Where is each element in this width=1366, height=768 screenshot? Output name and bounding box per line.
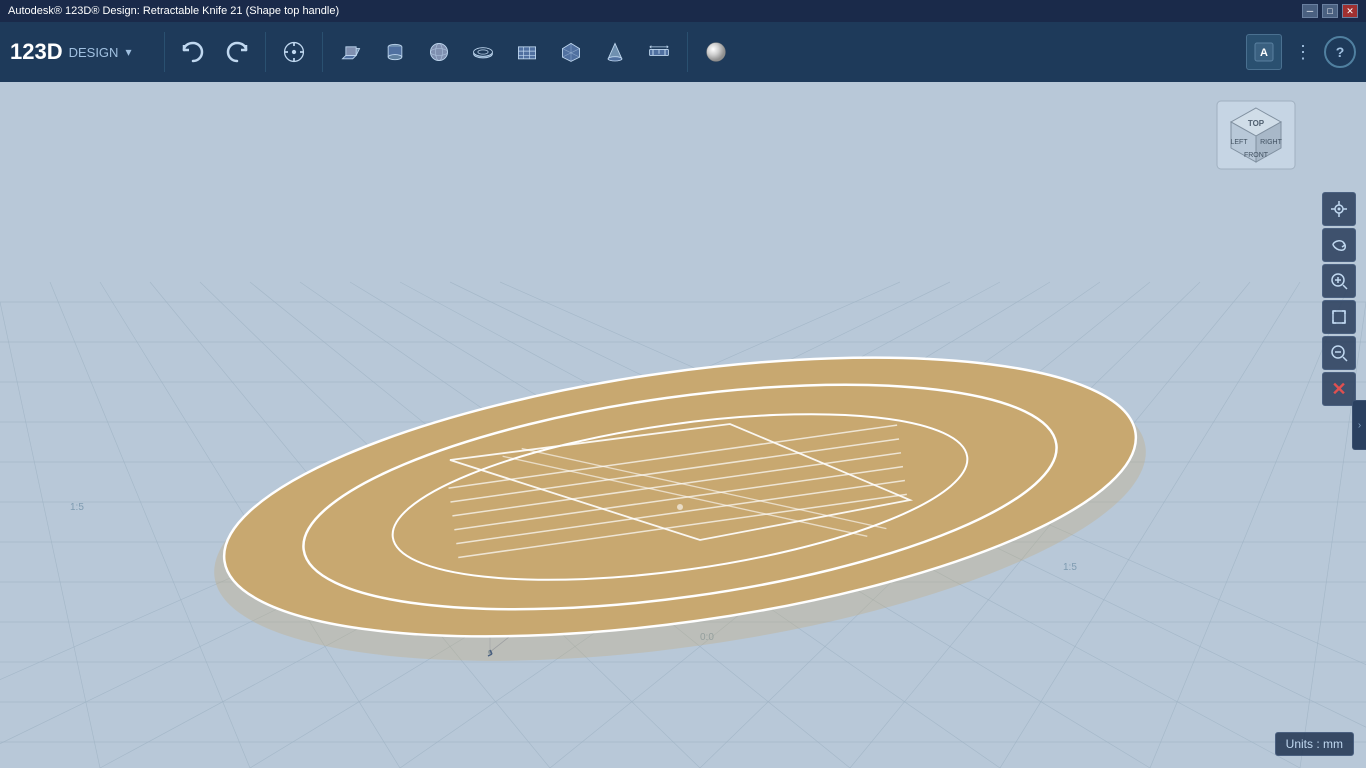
- toolbar-right: A ⋮ ?: [1246, 34, 1356, 70]
- orbit-button[interactable]: [1322, 228, 1356, 262]
- minimize-button[interactable]: ─: [1302, 4, 1318, 18]
- svg-text:FRONT: FRONT: [1244, 152, 1269, 159]
- svg-text:RIGHT: RIGHT: [1260, 139, 1283, 146]
- account-button[interactable]: A: [1246, 34, 1282, 70]
- side-panel-toggle[interactable]: ›: [1352, 400, 1366, 450]
- zoom-out-button[interactable]: [1322, 336, 1356, 370]
- torus-primitive-button[interactable]: [463, 30, 503, 74]
- navigation-panel: ✕: [1322, 192, 1358, 406]
- close-nav-button[interactable]: ✕: [1322, 372, 1356, 406]
- cone-primitive-button[interactable]: [595, 30, 635, 74]
- divider-1: [164, 32, 165, 72]
- units-label: Units : mm: [1286, 737, 1343, 751]
- viewport[interactable]: 1:5 0:0 1:5: [0, 82, 1366, 768]
- sphere-primitive-button[interactable]: [419, 30, 459, 74]
- zoom-in-button[interactable]: [1322, 264, 1356, 298]
- freeform-button[interactable]: [551, 30, 591, 74]
- separator-dots: ⋮: [1294, 42, 1312, 63]
- plane-primitive-button[interactable]: [507, 30, 547, 74]
- redo-button[interactable]: [217, 30, 257, 74]
- title-bar: Autodesk® 123D® Design: Retractable Knif…: [0, 0, 1366, 22]
- undo-button[interactable]: [173, 30, 213, 74]
- primitives-group: [331, 30, 679, 74]
- divider-3: [322, 32, 323, 72]
- help-button[interactable]: ?: [1324, 36, 1356, 68]
- logo-design: DESIGN: [69, 45, 119, 60]
- material-group: [696, 30, 736, 74]
- measure-button[interactable]: [639, 30, 679, 74]
- svg-text:1:5: 1:5: [1063, 562, 1077, 573]
- svg-text:LEFT: LEFT: [1230, 139, 1248, 146]
- tools-group: [274, 30, 314, 74]
- window-controls: ─ □ ✕: [1302, 4, 1358, 18]
- divider-4: [687, 32, 688, 72]
- pan-button[interactable]: [1322, 192, 1356, 226]
- units-badge[interactable]: Units : mm: [1275, 732, 1354, 756]
- svg-text:1:5: 1:5: [70, 502, 84, 513]
- logo-text: 123D: [10, 41, 63, 63]
- zoom-fit-button[interactable]: [1322, 300, 1356, 334]
- svg-text:A: A: [1260, 47, 1268, 59]
- logo-dropdown-arrow[interactable]: ▾: [125, 45, 131, 59]
- undo-redo-group: [173, 30, 257, 74]
- logo-area: 123D DESIGN ▾: [10, 41, 140, 63]
- grid-canvas: 1:5 0:0 1:5: [0, 82, 1366, 768]
- svg-text:TOP: TOP: [1248, 119, 1265, 128]
- close-button[interactable]: ✕: [1342, 4, 1358, 18]
- toolbar: 123D DESIGN ▾: [0, 22, 1366, 82]
- cylinder-primitive-button[interactable]: [375, 30, 415, 74]
- transform-button[interactable]: [274, 30, 314, 74]
- material-button[interactable]: [696, 30, 736, 74]
- maximize-button[interactable]: □: [1322, 4, 1338, 18]
- view-cube[interactable]: TOP RIGHT LEFT FRONT: [1216, 100, 1296, 170]
- box-primitive-button[interactable]: [331, 30, 371, 74]
- divider-2: [265, 32, 266, 72]
- window-title: Autodesk® 123D® Design: Retractable Knif…: [8, 5, 339, 17]
